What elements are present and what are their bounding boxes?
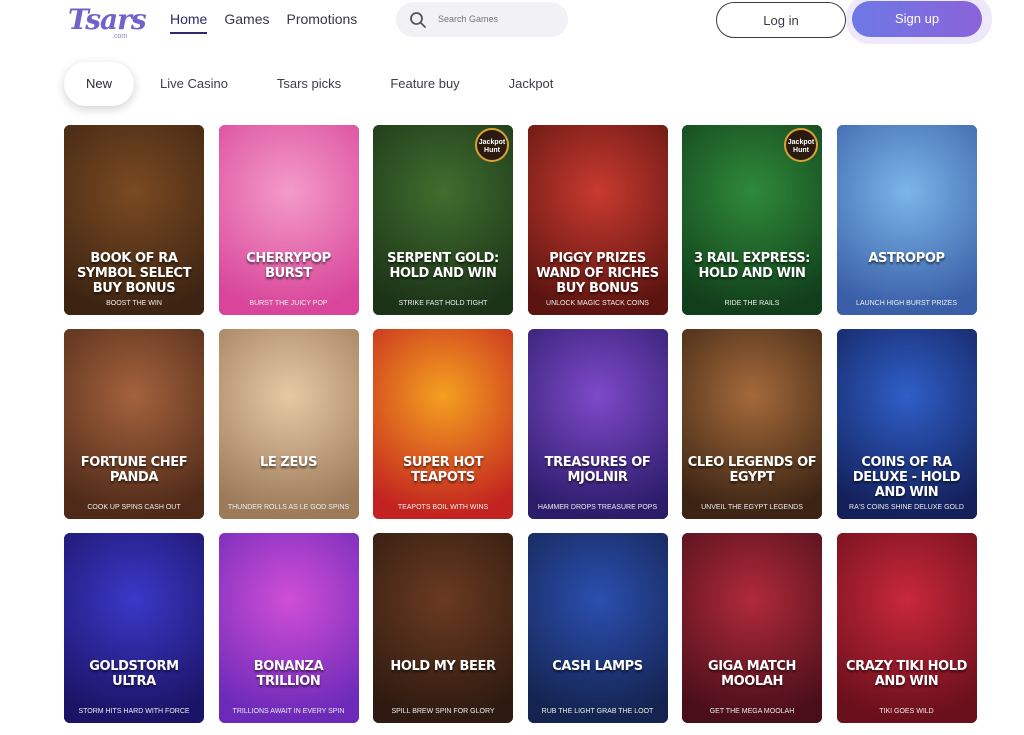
game-title: Treasures of Mjolnir bbox=[544, 455, 651, 485]
game-tile[interactable]: Giga Match Moolah Get the mega moolah bbox=[682, 533, 822, 723]
game-tagline: Launch high burst prizes bbox=[856, 300, 957, 307]
game-tile[interactable]: Fortune Chef Panda Cook up spins cash out bbox=[64, 329, 204, 519]
game-title: Serpent Gold: Hold and Win bbox=[387, 251, 499, 281]
game-tagline: Trillions await in every spin bbox=[232, 708, 345, 715]
tsars-logo[interactable]: Tsars .com bbox=[66, 3, 147, 41]
game-tagline: Unveil the Egypt legends bbox=[701, 504, 803, 511]
game-tile[interactable]: Book of Ra Symbol Select Buy Bonus Boost … bbox=[64, 125, 204, 315]
game-title: Hold My Beer bbox=[390, 659, 496, 674]
game-tile[interactable]: Goldstorm Ultra Storm hits hard with forc… bbox=[64, 533, 204, 723]
game-tile[interactable]: Le Zeus Thunder rolls as le god spins bbox=[218, 329, 359, 519]
game-artwork bbox=[682, 533, 822, 723]
game-artwork bbox=[527, 329, 668, 519]
logo-sub: .com bbox=[112, 33, 128, 40]
tab-live-casino[interactable]: Live Casino bbox=[154, 62, 234, 106]
game-tagline: Teapots boil with wins bbox=[397, 504, 489, 511]
game-title: 3 Rail Express: Hold and Win bbox=[694, 251, 810, 281]
game-title: Super Hot Teapots bbox=[402, 455, 484, 485]
game-tagline: Ra's coins shine deluxe gold bbox=[849, 504, 964, 511]
category-tabs: New Live Casino Tsars picks Feature buy … bbox=[0, 62, 1024, 108]
game-title: Crazy Tiki Hold and Win bbox=[845, 659, 968, 689]
game-tile[interactable]: Treasures of Mjolnir Hammer drops treasur… bbox=[527, 329, 668, 519]
game-artwork bbox=[64, 329, 204, 519]
game-tagline: Boost the win bbox=[106, 300, 162, 307]
game-title: Book of Ra Symbol Select Buy Bonus bbox=[76, 251, 192, 296]
game-tagline: Burst the juicy pop bbox=[249, 300, 328, 307]
game-title: Le Zeus bbox=[259, 455, 318, 470]
top-bar: Tsars .com Home Games Promotions Log in … bbox=[0, 0, 1024, 48]
game-artwork bbox=[373, 329, 513, 519]
login-button[interactable]: Log in bbox=[716, 2, 846, 38]
game-title: Coins of Ra Deluxe - Hold and Win bbox=[852, 455, 961, 500]
game-tagline: Spill brew spin for glory bbox=[391, 708, 495, 715]
game-artwork bbox=[218, 533, 359, 723]
search-box bbox=[396, 2, 568, 37]
game-tile[interactable]: Super Hot Teapots Teapots boil with wins bbox=[373, 329, 513, 519]
tab-feature-buy[interactable]: Feature buy bbox=[384, 62, 466, 106]
game-artwork bbox=[373, 533, 513, 723]
game-title: Giga Match Moolah bbox=[707, 659, 797, 689]
game-tagline: Unlock magic stack coins bbox=[546, 300, 649, 307]
game-tile[interactable]: Jackpot Hunt 3 Rail Express: Hold and Win… bbox=[682, 125, 822, 315]
tab-jackpot[interactable]: Jackpot bbox=[502, 62, 560, 106]
game-title: Cleo Legends of Egypt bbox=[687, 455, 817, 485]
game-title: Astropop bbox=[868, 251, 945, 266]
jackpot-hunt-badge: Jackpot Hunt bbox=[475, 128, 509, 162]
game-artwork bbox=[682, 329, 822, 519]
tab-tsars-picks[interactable]: Tsars picks bbox=[270, 62, 348, 106]
logo-text: Tsars bbox=[68, 3, 147, 36]
game-tile[interactable]: Coins of Ra Deluxe - Hold and Win Ra's co… bbox=[836, 329, 977, 519]
search-icon bbox=[410, 12, 426, 28]
game-tile[interactable]: Piggy Prizes Wand of Riches Buy Bonus Unl… bbox=[527, 125, 668, 315]
game-tagline: Rub the light grab the loot bbox=[541, 708, 654, 715]
game-title: Fortune Chef Panda bbox=[80, 455, 188, 485]
game-artwork bbox=[527, 533, 668, 723]
game-tagline: Storm hits hard with force bbox=[78, 708, 190, 715]
nav-home[interactable]: Home bbox=[170, 11, 208, 34]
game-tile[interactable]: Bonanza Trillion Trillions await in every… bbox=[218, 533, 359, 723]
game-tagline: Thunder rolls as le god spins bbox=[227, 504, 350, 511]
game-tagline: Get the mega moolah bbox=[709, 708, 795, 715]
game-artwork bbox=[218, 125, 359, 315]
game-title: CherryPop Burst bbox=[246, 251, 331, 281]
game-tagline: Cook up spins cash out bbox=[87, 504, 181, 511]
game-tile[interactable]: Astropop Launch high burst prizes bbox=[836, 125, 977, 315]
jackpot-hunt-badge: Jackpot Hunt bbox=[784, 128, 818, 162]
game-artwork bbox=[218, 329, 359, 519]
game-artwork bbox=[836, 125, 977, 315]
search-input[interactable] bbox=[438, 10, 558, 28]
main-nav: Home Games Promotions bbox=[170, 11, 357, 34]
nav-promotions[interactable]: Promotions bbox=[286, 11, 357, 34]
game-tile[interactable]: Crazy Tiki Hold and Win Tiki goes wild bbox=[836, 533, 977, 723]
nav-games[interactable]: Games bbox=[224, 11, 269, 34]
game-artwork bbox=[836, 533, 977, 723]
game-tagline: Strike fast hold tight bbox=[398, 300, 488, 307]
game-tile[interactable]: Hold My Beer Spill brew spin for glory bbox=[373, 533, 513, 723]
game-tile[interactable]: Cash Lamps Rub the light grab the loot bbox=[527, 533, 668, 723]
game-title: Goldstorm Ultra bbox=[89, 659, 179, 689]
game-title: Bonanza Trillion bbox=[253, 659, 324, 689]
game-tagline: Hammer drops treasure pops bbox=[537, 504, 658, 511]
game-title: Cash Lamps bbox=[552, 659, 643, 674]
game-grid: Book of Ra Symbol Select Buy Bonus Boost … bbox=[64, 125, 977, 723]
game-tile[interactable]: Cleo Legends of Egypt Unveil the Egypt le… bbox=[682, 329, 822, 519]
game-artwork bbox=[64, 533, 204, 723]
signup-button[interactable]: Sign up bbox=[852, 1, 982, 37]
game-tagline: Tiki goes wild bbox=[879, 708, 934, 715]
game-tagline: Ride the rails bbox=[724, 300, 780, 307]
game-tile[interactable]: Jackpot Hunt Serpent Gold: Hold and Win St… bbox=[373, 125, 513, 315]
tab-new[interactable]: New bbox=[64, 62, 134, 106]
game-tile[interactable]: CherryPop Burst Burst the juicy pop bbox=[218, 125, 359, 315]
game-title: Piggy Prizes Wand of Riches Buy Bonus bbox=[536, 251, 659, 296]
